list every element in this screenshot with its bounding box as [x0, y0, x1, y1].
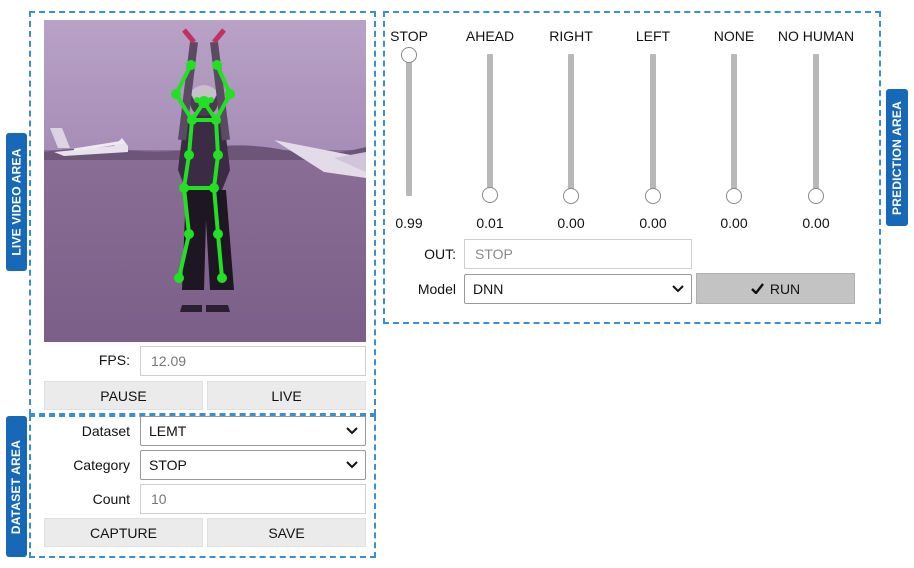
slider-value: 0.00 — [720, 215, 748, 231]
dataset-area-tab-label: DATASET AREA — [9, 439, 24, 534]
out-label: OUT: — [424, 246, 456, 262]
pause-button[interactable]: PAUSE — [44, 381, 203, 410]
slider-label-left: LEFT — [635, 28, 671, 44]
slider-label-stop: STOP — [390, 28, 428, 44]
slider-track[interactable] — [406, 54, 412, 196]
dataset-select-value: LEMT — [149, 423, 187, 439]
chevron-down-icon — [672, 285, 684, 293]
slider-thumb[interactable] — [808, 188, 824, 204]
model-select-value: DNN — [473, 281, 504, 297]
slider-track[interactable] — [731, 54, 737, 196]
slider-value: 0.00 — [802, 215, 830, 231]
slider-track[interactable] — [487, 54, 493, 196]
prediction-area-tab-label: PREDICTION AREA — [890, 100, 904, 215]
slider-thumb[interactable] — [482, 186, 498, 203]
slider-label-ahead: AHEAD — [465, 28, 515, 44]
dataset-select[interactable]: LEMT — [140, 416, 366, 446]
category-select[interactable]: STOP — [140, 450, 366, 480]
check-icon — [750, 283, 764, 294]
live-video-area-tab: LIVE VIDEO AREA — [6, 133, 27, 271]
capture-button[interactable]: CAPTURE — [44, 518, 203, 547]
slider-thumb[interactable] — [726, 188, 742, 204]
slider-track[interactable] — [813, 54, 819, 196]
model-label: Model — [417, 281, 456, 297]
slider-thumb[interactable] — [563, 188, 579, 204]
prediction-area-tab: PREDICTION AREA — [886, 89, 908, 226]
slider-thumb[interactable] — [645, 188, 661, 204]
category-label: Category — [73, 457, 130, 473]
slider-label-no-human: NO HUMAN — [777, 28, 855, 44]
slider-value: 0.00 — [557, 215, 585, 231]
fps-field[interactable]: 12.09 — [140, 346, 366, 376]
slider-label-none: NONE — [713, 28, 755, 44]
out-field-placeholder: STOP — [475, 246, 513, 262]
run-button[interactable]: RUN — [696, 273, 855, 304]
slider-value: 0.99 — [395, 215, 423, 231]
out-field[interactable]: STOP — [464, 239, 692, 269]
count-label: Count — [92, 491, 130, 507]
video-frame — [44, 20, 366, 342]
count-field[interactable]: 10 — [140, 484, 366, 514]
slider-track[interactable] — [568, 54, 574, 196]
fps-label: FPS: — [98, 352, 130, 368]
dataset-label: Dataset — [81, 423, 130, 439]
chevron-down-icon — [346, 461, 358, 469]
slider-label-right: RIGHT — [549, 28, 593, 44]
model-select[interactable]: DNN — [464, 274, 692, 304]
dataset-area-tab: DATASET AREA — [6, 416, 27, 557]
live-button[interactable]: LIVE — [207, 381, 366, 410]
slider-track[interactable] — [650, 54, 656, 196]
live-video-feed — [44, 20, 366, 342]
slider-value: 0.01 — [476, 215, 504, 231]
slider-value: 0.00 — [639, 215, 667, 231]
category-select-value: STOP — [149, 457, 187, 473]
live-video-area-tab-label: LIVE VIDEO AREA — [9, 148, 24, 256]
chevron-down-icon — [346, 427, 358, 435]
run-button-label: RUN — [769, 280, 801, 297]
save-button[interactable]: SAVE — [207, 518, 366, 547]
